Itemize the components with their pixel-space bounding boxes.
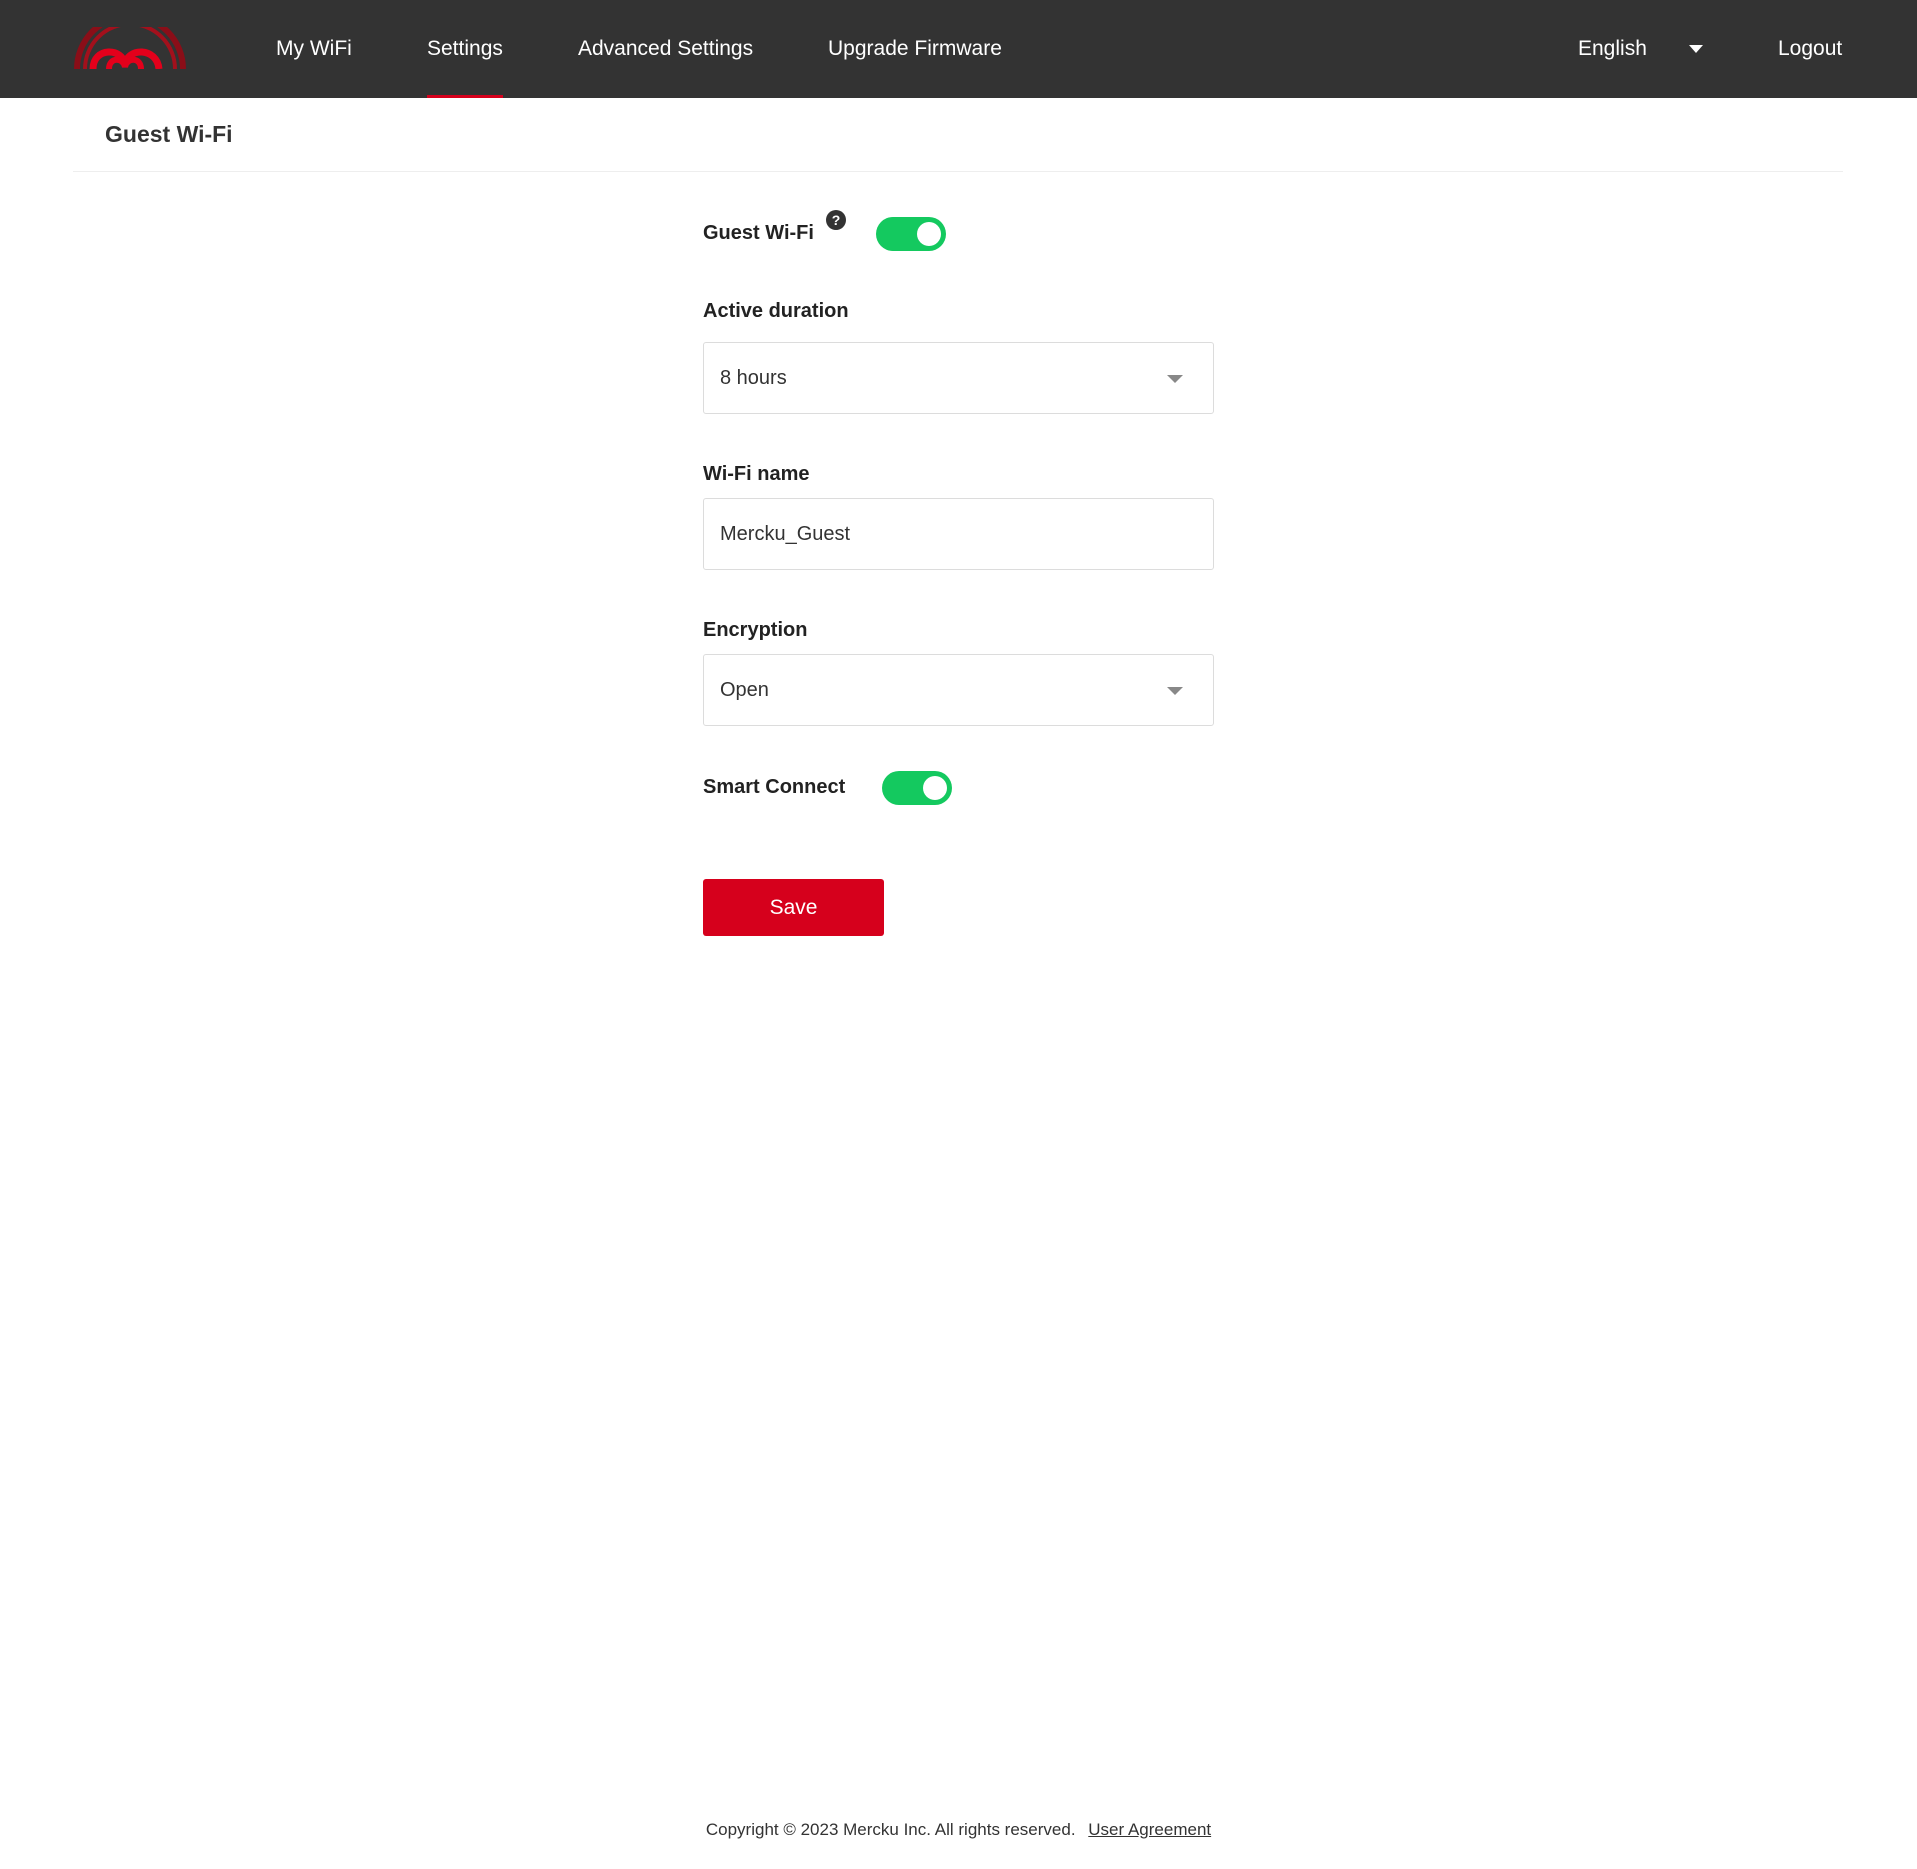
- help-icon[interactable]: ?: [826, 210, 846, 230]
- active-duration-label: Active duration: [703, 300, 849, 322]
- encryption-select[interactable]: Open: [703, 654, 1214, 726]
- nav-settings[interactable]: Settings: [427, 0, 503, 98]
- guest-wifi-label: Guest Wi-Fi: [703, 222, 814, 244]
- active-duration-value: 8 hours: [720, 367, 787, 389]
- toggle-knob: [923, 776, 947, 800]
- active-duration-select[interactable]: 8 hours: [703, 342, 1214, 414]
- user-agreement-link[interactable]: User Agreement: [1088, 1820, 1211, 1839]
- page-title: Guest Wi-Fi: [105, 121, 233, 147]
- top-nav-bar: My WiFi Settings Advanced Settings Upgra…: [0, 0, 1917, 98]
- encryption-label: Encryption: [703, 619, 808, 641]
- guest-wifi-toggle[interactable]: [876, 217, 946, 251]
- toggle-knob: [917, 222, 941, 246]
- wifi-name-label: Wi-Fi name: [703, 463, 810, 485]
- smart-connect-label: Smart Connect: [703, 776, 846, 798]
- wifi-name-input[interactable]: [704, 499, 1213, 569]
- language-label: English: [1578, 37, 1647, 60]
- encryption-value: Open: [720, 679, 769, 701]
- mercku-logo[interactable]: [73, 27, 187, 69]
- divider: [73, 171, 1843, 172]
- app-window: My WiFi Settings Advanced Settings Upgra…: [0, 0, 1917, 1869]
- nav-upgrade-firmware[interactable]: Upgrade Firmware: [828, 0, 1002, 98]
- footer: Copyright © 2023 Mercku Inc. All rights …: [0, 1820, 1917, 1840]
- chevron-down-icon: [1689, 45, 1703, 53]
- chevron-down-icon: [1167, 687, 1183, 695]
- language-select[interactable]: English: [1578, 0, 1708, 98]
- chevron-down-icon: [1167, 375, 1183, 383]
- copyright-text: Copyright © 2023 Mercku Inc. All rights …: [705, 1820, 1076, 1839]
- save-button[interactable]: Save: [703, 879, 884, 936]
- nav-my-wifi[interactable]: My WiFi: [276, 0, 352, 98]
- wifi-name-field-wrapper: [703, 498, 1214, 570]
- nav-advanced-settings[interactable]: Advanced Settings: [578, 0, 753, 98]
- logout-button[interactable]: Logout: [1778, 0, 1842, 98]
- smart-connect-toggle[interactable]: [882, 771, 952, 805]
